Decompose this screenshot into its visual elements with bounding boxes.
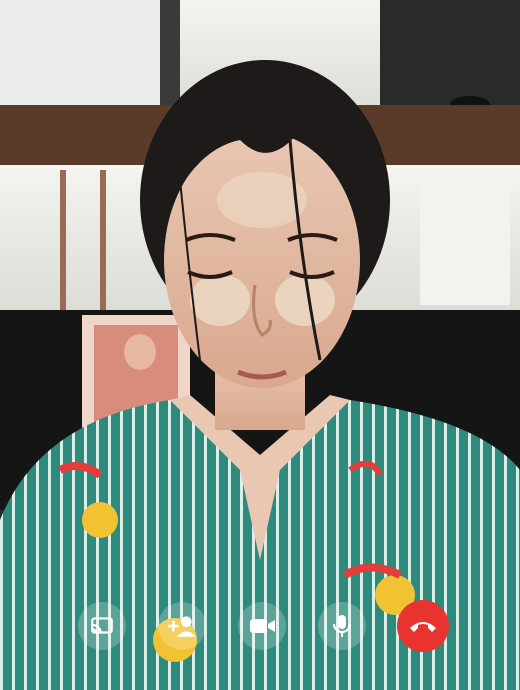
add-person-button[interactable] bbox=[158, 602, 206, 650]
cast-icon bbox=[91, 617, 113, 634]
camera-toggle-button[interactable] bbox=[238, 602, 286, 650]
video-camera-icon bbox=[250, 619, 275, 633]
remote-video-feed bbox=[0, 0, 520, 690]
call-controls-bar bbox=[0, 600, 520, 662]
add-person-icon bbox=[167, 616, 196, 637]
end-call-button[interactable] bbox=[397, 600, 449, 652]
video-call-screen bbox=[0, 0, 520, 690]
microphone-toggle-button[interactable] bbox=[318, 602, 366, 650]
microphone-icon bbox=[332, 615, 352, 637]
screen-share-button[interactable] bbox=[78, 602, 126, 650]
hang-up-icon bbox=[410, 622, 436, 632]
